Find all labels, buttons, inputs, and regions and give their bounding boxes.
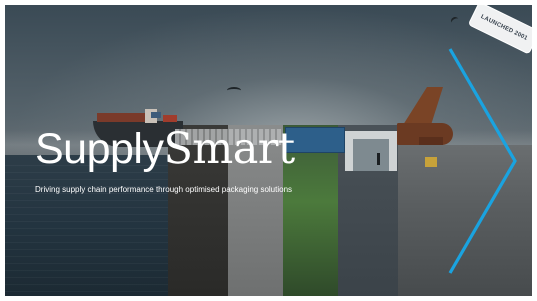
bird-icon <box>227 87 241 94</box>
ship-container-red <box>163 115 177 122</box>
baggage-cart <box>425 157 437 167</box>
worker-figure <box>377 153 380 165</box>
slide-canvas: SupplySmart Driving supply chain perform… <box>5 5 532 296</box>
cargo-ship-deck <box>97 113 147 122</box>
airplane-wing <box>419 137 443 145</box>
product-title: SupplySmart <box>35 126 295 172</box>
warehouse-door <box>353 139 389 171</box>
tagline: Driving supply chain performance through… <box>35 185 293 194</box>
title-smart: Smart <box>163 124 295 174</box>
ship-container-blue <box>151 112 161 118</box>
title-supply: Supply <box>35 125 164 173</box>
chevron-right-icon <box>448 48 517 274</box>
